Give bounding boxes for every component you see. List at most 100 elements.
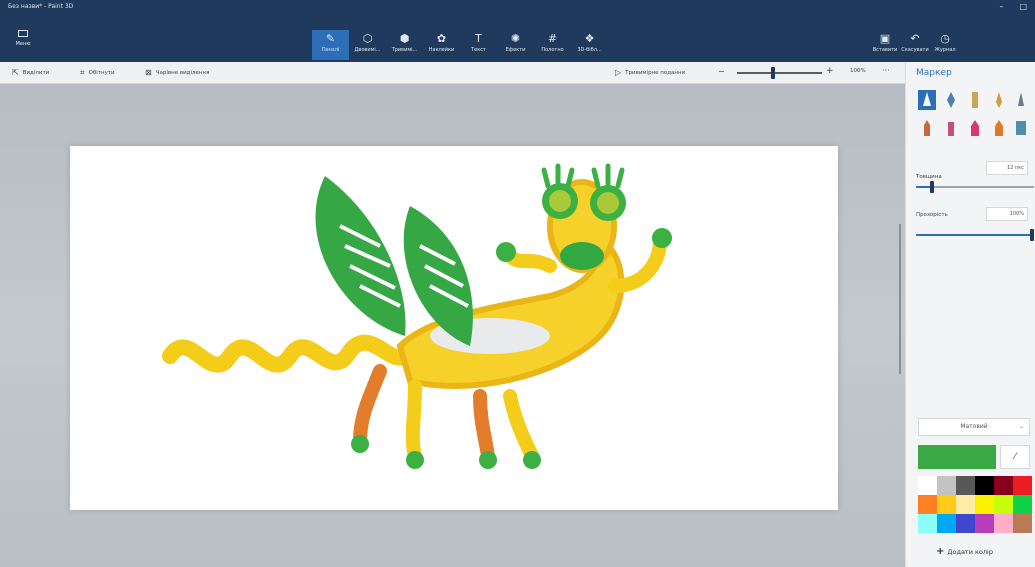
color-swatch[interactable]	[937, 495, 956, 514]
crayon-icon	[971, 120, 979, 136]
ribbon: Без назви* - Paint 3D – □ Меню ✎ Пензлі ⬡ Д…	[0, 0, 1035, 62]
secondary-toolbar: ⇱ Виділити ⌗ Обітнути ⊠ Чарівне виділенн…	[0, 62, 905, 84]
thickness-input[interactable]: 12 пкс	[986, 161, 1028, 175]
menu-button[interactable]: Меню	[10, 30, 36, 56]
tool-label: 3D-бібл...	[577, 47, 602, 53]
magic-select-icon: ⊠	[145, 68, 152, 77]
canvas-icon: #	[547, 32, 558, 45]
color-swatch[interactable]	[994, 495, 1013, 514]
tool-canvas[interactable]: # Полотно	[534, 30, 571, 60]
dragon-leg-1	[353, 364, 387, 448]
calligraphy-pen-icon	[947, 92, 955, 108]
undo-button[interactable]: ↶ Скасувати	[900, 30, 930, 60]
color-swatch[interactable]	[918, 495, 937, 514]
opacity-slider[interactable]	[916, 229, 1034, 241]
color-swatch[interactable]	[956, 495, 975, 514]
marker-icon	[923, 92, 931, 106]
color-swatch[interactable]	[937, 476, 956, 495]
tool-tabs: ✎ Пензлі ⬡ Двовимі... ⬢ Тривимі... ✿ Наклейки T Т…	[312, 30, 608, 60]
color-swatch[interactable]	[918, 514, 937, 533]
brush-icon: ✎	[325, 32, 336, 45]
zoom-more-button[interactable]: ···	[882, 66, 890, 75]
calligraphy-pen-brush[interactable]	[942, 90, 960, 110]
finish-value: Матовий	[960, 423, 988, 430]
tool-label: Вставити	[872, 47, 898, 53]
zoom-out-button[interactable]: −	[718, 67, 725, 76]
eyedropper-icon: ⁄	[1014, 452, 1016, 462]
magic-select-button[interactable]: ⊠ Чарівне виділення	[145, 68, 209, 77]
color-swatch[interactable]	[994, 514, 1013, 533]
minimize-button[interactable]: –	[999, 2, 1003, 11]
color-swatch[interactable]	[1013, 476, 1032, 495]
vertical-scrollbar[interactable]	[899, 224, 901, 374]
crayon-brush[interactable]	[966, 118, 984, 138]
pixel-brush[interactable]	[990, 118, 1008, 138]
current-color[interactable]	[918, 445, 996, 469]
opacity-slider-knob[interactable]	[1030, 229, 1034, 241]
tool-label: Ефекти	[505, 47, 526, 53]
pixel-pen-brush[interactable]	[1012, 90, 1030, 110]
pencil-brush[interactable]	[918, 118, 936, 138]
color-swatch[interactable]	[956, 514, 975, 533]
tool-label: Двовимі...	[354, 47, 381, 53]
thickness-slider[interactable]	[916, 181, 1034, 193]
opacity-input[interactable]: 100%	[986, 207, 1028, 221]
paste-button[interactable]: ▣ Вставити	[870, 30, 900, 60]
color-swatch[interactable]	[1013, 495, 1032, 514]
tool-label: Наклейки	[428, 47, 455, 53]
right-tools: ▣ Вставити ↶ Скасувати ◷ Журнал	[870, 30, 960, 60]
tool-effects[interactable]: ✺ Ефекти	[497, 30, 534, 60]
chevron-down-icon: ⌄	[1018, 423, 1024, 430]
color-swatch[interactable]	[975, 514, 994, 533]
window-title: Без назви* - Paint 3D	[8, 3, 74, 10]
magic-select-label: Чарівне виділення	[155, 69, 210, 76]
history-button[interactable]: ◷ Журнал	[930, 30, 960, 60]
effects-icon: ✺	[510, 32, 521, 45]
brush-panel: Маркер Товщина 12 пкс Прозорість 100% Ма…	[905, 62, 1035, 567]
dragon-leg-2	[405, 379, 422, 463]
paste-icon: ▣	[879, 32, 891, 45]
finish-dropdown[interactable]: Матовий ⌄	[918, 418, 1030, 436]
zoom-in-button[interactable]: +	[826, 66, 834, 76]
tool-brush[interactable]: ✎ Пензлі	[312, 30, 349, 60]
maximize-button[interactable]: □	[1019, 2, 1027, 11]
add-color-button[interactable]: + Додати колір	[936, 546, 993, 557]
drawing-canvas[interactable]	[70, 146, 838, 510]
tool-shapes-2d[interactable]: ⬡ Двовимі...	[349, 30, 386, 60]
dragon-snout	[560, 242, 604, 270]
marker-brush[interactable]	[918, 90, 936, 110]
color-swatch[interactable]	[1013, 514, 1032, 533]
thickness-label: Товщина	[916, 174, 942, 180]
thickness-slider-knob[interactable]	[930, 181, 934, 193]
tool-text[interactable]: T Текст	[460, 30, 497, 60]
zoom-slider-thumb[interactable]	[771, 67, 775, 79]
watercolor-brush[interactable]	[990, 90, 1008, 110]
plus-icon: +	[936, 546, 945, 557]
tool-library-3d[interactable]: ❖ 3D-бібл...	[571, 30, 608, 60]
tool-shapes-3d[interactable]: ⬢ Тривимі...	[386, 30, 423, 60]
color-swatch[interactable]	[918, 476, 937, 495]
tool-label: Скасувати	[901, 47, 929, 53]
fill-brush[interactable]	[1012, 118, 1030, 138]
zoom-slider-track[interactable]	[737, 72, 822, 74]
eraser-brush[interactable]	[942, 118, 960, 138]
pencil-icon	[924, 120, 930, 136]
crop-button[interactable]: ⌗ Обітнути	[80, 68, 115, 78]
stickers-icon: ✿	[436, 32, 447, 45]
color-swatch[interactable]	[975, 476, 994, 495]
color-swatch[interactable]	[975, 495, 994, 514]
dragon-wing-left	[315, 176, 406, 336]
history-icon: ◷	[940, 32, 950, 45]
select-button[interactable]: ⇱ Виділити	[12, 68, 49, 77]
oil-brush[interactable]	[966, 90, 984, 110]
view-3d-button[interactable]: ▷ Тривимірне подання	[615, 68, 685, 77]
color-swatch[interactable]	[956, 476, 975, 495]
eyedropper-button[interactable]: ⁄	[1000, 445, 1030, 469]
color-swatch[interactable]	[994, 476, 1013, 495]
menu-icon	[18, 30, 28, 37]
opacity-slider-fill	[916, 234, 1032, 236]
color-swatch[interactable]	[937, 514, 956, 533]
tool-label: Журнал	[934, 47, 956, 53]
tool-stickers[interactable]: ✿ Наклейки	[423, 30, 460, 60]
shapes-2d-icon: ⬡	[362, 32, 373, 45]
